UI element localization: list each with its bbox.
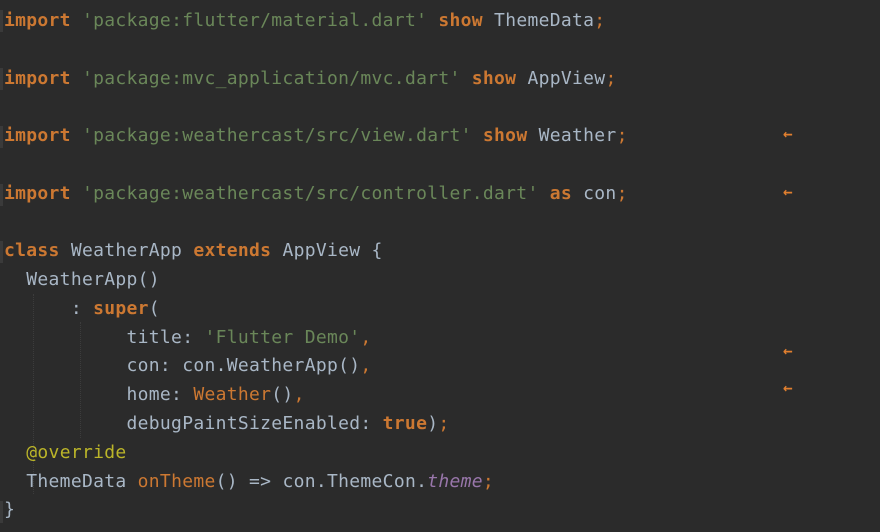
code-line[interactable]: debugPaintSizeEnabled: true); bbox=[4, 411, 450, 437]
code-line[interactable]: : super( bbox=[4, 296, 160, 322]
code-line[interactable]: home: Weather(), bbox=[4, 382, 305, 408]
code-token: AppView bbox=[516, 68, 606, 89]
code-line[interactable]: @override bbox=[4, 440, 127, 466]
code-line[interactable]: WeatherApp() bbox=[4, 267, 160, 293]
code-token: debugPaintSizeEnabled: bbox=[4, 413, 383, 434]
code-token: onTheme bbox=[137, 471, 216, 492]
code-token: as bbox=[549, 183, 573, 204]
fold-gutter bbox=[0, 10, 3, 32]
code-token: import bbox=[4, 68, 71, 89]
code-token: WeatherApp() bbox=[4, 269, 160, 290]
code-token: , bbox=[360, 355, 372, 376]
code-line[interactable]: ThemeData onTheme() => con.ThemeCon.them… bbox=[4, 469, 494, 495]
code-token: show bbox=[471, 68, 517, 89]
code-editor[interactable]: import 'package:flutter/material.dart' s… bbox=[0, 0, 880, 532]
code-token: : bbox=[4, 298, 94, 319]
code-token: ) bbox=[427, 413, 439, 434]
code-token: con: con.WeatherApp() bbox=[4, 355, 361, 376]
code-token: super bbox=[93, 298, 149, 319]
code-token: con bbox=[572, 183, 617, 204]
code-line[interactable]: import 'package:flutter/material.dart' s… bbox=[4, 8, 605, 34]
code-token: () => con.ThemeCon. bbox=[215, 471, 428, 492]
code-token: ; bbox=[438, 413, 450, 434]
code-token: ThemeData bbox=[482, 10, 595, 31]
code-token: import bbox=[4, 183, 71, 204]
fold-gutter bbox=[0, 241, 3, 263]
code-token: import bbox=[4, 125, 71, 146]
code-token: ( bbox=[148, 298, 160, 319]
fold-gutter bbox=[0, 126, 3, 148]
code-token: title: bbox=[4, 327, 205, 348]
code-token: ThemeData bbox=[4, 471, 138, 492]
code-token: true bbox=[382, 413, 428, 434]
code-token: ; bbox=[616, 183, 628, 204]
code-line[interactable]: import 'package:weathercast/src/view.dar… bbox=[4, 123, 628, 149]
code-token: ; bbox=[482, 471, 495, 492]
code-token: 'package:mvc_application/mvc.dart' bbox=[81, 68, 461, 89]
arrow-left-icon: ← bbox=[783, 182, 793, 201]
code-token: extends bbox=[193, 240, 272, 261]
code-token: show bbox=[438, 10, 483, 31]
code-token: AppView { bbox=[271, 240, 383, 261]
code-token: ; bbox=[605, 68, 617, 89]
code-token: ; bbox=[616, 125, 628, 146]
code-token: () bbox=[271, 384, 294, 405]
code-token: class bbox=[4, 240, 60, 261]
arrow-left-icon: ← bbox=[783, 378, 793, 397]
code-token: 'Flutter Demo' bbox=[204, 327, 361, 348]
code-line[interactable]: con: con.WeatherApp(), bbox=[4, 353, 372, 379]
code-token: import bbox=[4, 10, 71, 31]
code-token: 'package:weathercast/src/controller.dart… bbox=[81, 183, 539, 204]
code-token: ; bbox=[594, 10, 606, 31]
code-token: , bbox=[360, 327, 372, 348]
arrow-left-icon: ← bbox=[783, 124, 793, 143]
code-token: Weather bbox=[193, 384, 272, 405]
fold-gutter bbox=[0, 184, 3, 206]
code-token: Weather bbox=[527, 125, 617, 146]
code-line[interactable]: import 'package:weathercast/src/controll… bbox=[4, 181, 628, 207]
code-line[interactable]: class WeatherApp extends AppView { bbox=[4, 238, 383, 264]
code-token: } bbox=[4, 499, 16, 520]
code-token: WeatherApp bbox=[59, 240, 194, 261]
code-line[interactable]: title: 'Flutter Demo', bbox=[4, 325, 372, 351]
arrow-left-icon: ← bbox=[783, 341, 793, 360]
code-token: 'package:weathercast/src/view.dart' bbox=[81, 125, 472, 146]
code-line[interactable]: import 'package:mvc_application/mvc.dart… bbox=[4, 66, 617, 92]
code-token: home: bbox=[4, 384, 194, 405]
fold-gutter bbox=[0, 68, 3, 90]
code-line[interactable]: } bbox=[4, 497, 15, 523]
code-token: @override bbox=[26, 442, 127, 463]
code-token: , bbox=[293, 384, 305, 405]
code-token: theme bbox=[427, 471, 483, 492]
code-token: show bbox=[482, 125, 528, 146]
code-token: 'package:flutter/material.dart' bbox=[81, 10, 428, 31]
fold-gutter bbox=[0, 501, 3, 523]
